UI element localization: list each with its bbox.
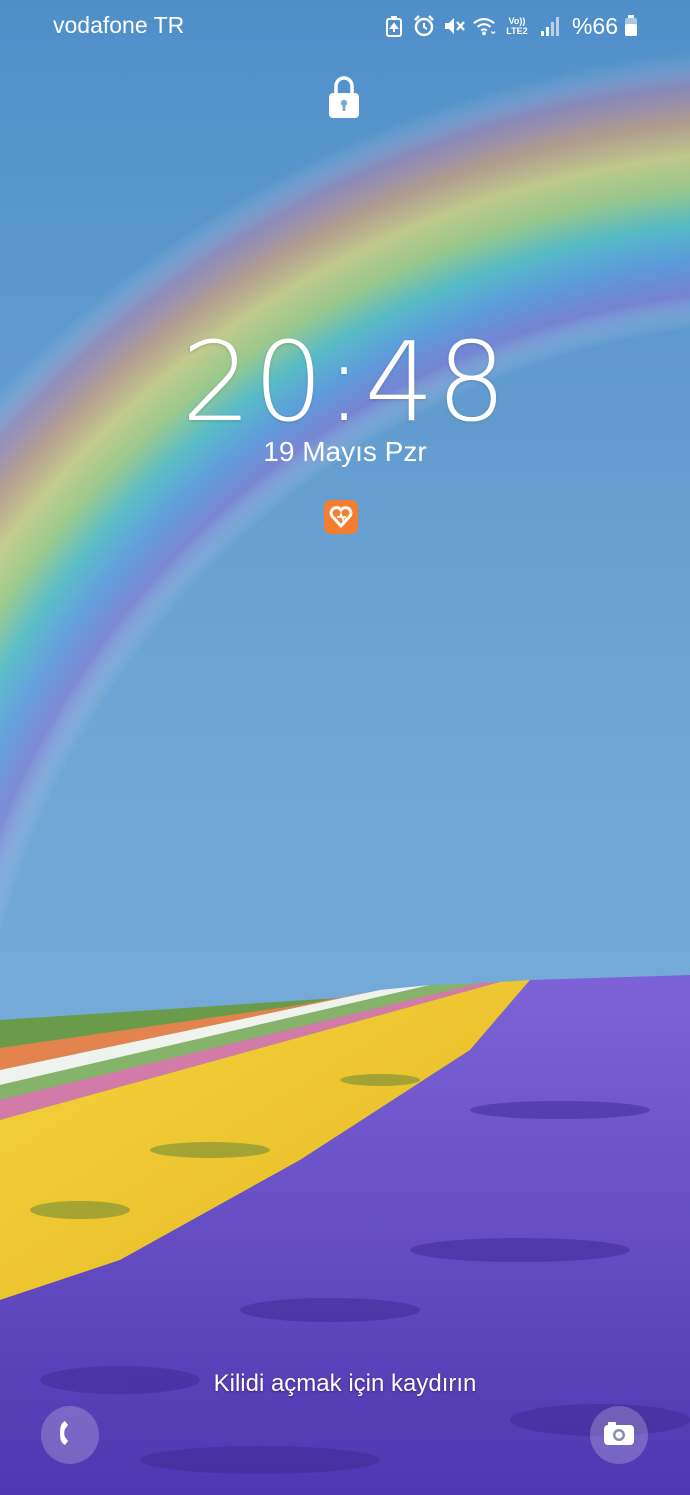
alarm-icon	[412, 14, 436, 38]
health-app-icon[interactable]	[324, 500, 358, 534]
signal-icon	[538, 14, 562, 38]
lte-label: LTE2	[506, 26, 528, 36]
battery-percent: %66	[571, 12, 618, 39]
carrier-name: vodafone TR	[53, 12, 185, 38]
volte-label: Vo))	[508, 16, 526, 26]
wifi-icon	[472, 14, 496, 38]
status-bar: vodafone TR Vo)) LTE2 %66	[0, 0, 690, 52]
status-icons: Vo)) LTE2 %66	[382, 10, 638, 42]
lock-screen-clock: 20:48	[181, 318, 509, 446]
mute-icon	[442, 14, 466, 38]
camera-icon	[602, 1419, 636, 1452]
unlock-hint: Kilidi açmak için kaydırın	[213, 1370, 477, 1397]
battery-saver-icon	[382, 14, 406, 38]
battery-icon	[624, 14, 638, 38]
volte-lte2-icon: Vo)) LTE2	[502, 14, 532, 38]
phone-shortcut-button[interactable]	[41, 1406, 99, 1464]
lock-icon	[327, 74, 361, 120]
lock-screen-date: 19 Mayıs Pzr	[263, 436, 427, 467]
phone-icon	[57, 1418, 83, 1453]
wallpaper	[0, 0, 690, 1495]
camera-shortcut-button[interactable]	[590, 1406, 648, 1464]
